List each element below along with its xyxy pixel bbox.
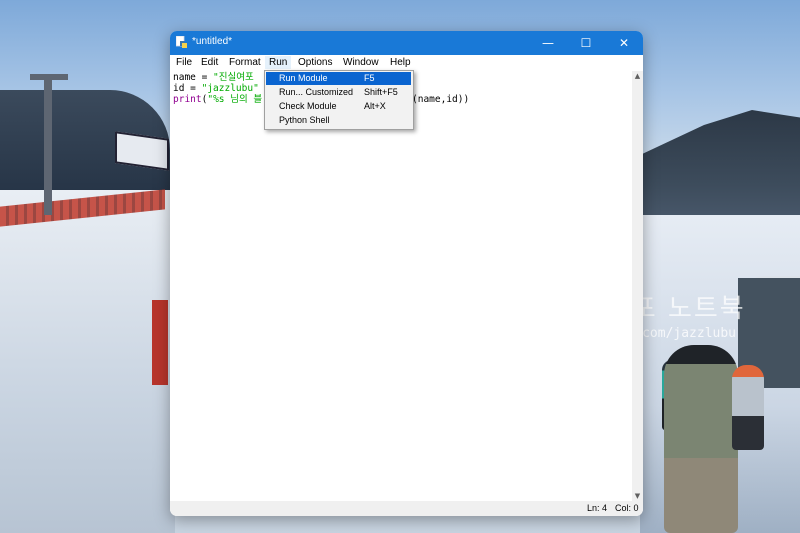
menu-item-run-customized[interactable]: Run... Customized Shift+F5: [266, 86, 411, 99]
title-bar[interactable]: *untitled* — ☐ ✕: [170, 31, 643, 55]
python-idle-icon: [176, 36, 187, 48]
menu-item-label: Check Module: [279, 101, 337, 111]
menu-edit[interactable]: Edit: [197, 56, 222, 69]
code-string: "진실여포: [213, 72, 254, 83]
skier-orange-hat: [732, 365, 764, 450]
menu-item-shortcut: F5: [364, 73, 375, 83]
status-column-number: Col: 0: [615, 503, 639, 513]
lift-pole: [44, 75, 52, 215]
maximize-icon: ☐: [580, 36, 592, 50]
code-string: "%s 님의 블: [207, 94, 263, 105]
scroll-up-icon[interactable]: ▲: [632, 71, 643, 81]
menu-item-label: Run... Customized: [279, 87, 354, 97]
code-editor[interactable]: name = "진실여포 id = "jazzlubu" print("%s 님…: [171, 71, 632, 501]
menu-format[interactable]: Format: [225, 56, 265, 69]
menu-item-label: Run Module: [279, 73, 328, 83]
menu-item-python-shell[interactable]: Python Shell: [266, 114, 411, 127]
close-icon: ✕: [618, 36, 630, 50]
maximize-button[interactable]: ☐: [567, 31, 605, 55]
menu-item-label: Python Shell: [279, 115, 330, 125]
left-ski-slope: [0, 190, 175, 533]
code-string: "jazzlubu": [201, 83, 259, 94]
menu-options[interactable]: Options: [294, 56, 336, 69]
code-line-3: print("%s 님의 블: [173, 94, 262, 105]
menu-file[interactable]: File: [172, 56, 196, 69]
code-token: id =: [173, 83, 202, 94]
menu-item-shortcut: Alt+X: [364, 101, 386, 111]
menu-run[interactable]: Run: [265, 56, 292, 69]
menu-bar: File Edit Format Run Options Window Help: [170, 55, 643, 71]
code-line-3-tail: (name,id)): [412, 94, 469, 105]
menu-item-check-module[interactable]: Check Module Alt+X: [266, 100, 411, 113]
lift-pole-crossbar: [30, 74, 68, 80]
window-title: *untitled*: [192, 36, 233, 47]
status-line-number: Ln: 4: [587, 503, 608, 513]
minimize-icon: —: [542, 36, 554, 50]
run-menu-dropdown: Run Module F5 Run... Customized Shift+F5…: [264, 70, 414, 130]
snowboarder-person: [664, 345, 738, 533]
scroll-down-icon[interactable]: ▼: [632, 491, 643, 501]
code-line-1: name = "진실여포: [173, 72, 254, 83]
menu-item-shortcut: Shift+F5: [364, 87, 398, 97]
red-safety-net: [152, 300, 168, 385]
minimize-button[interactable]: —: [529, 31, 567, 55]
code-builtin: print: [173, 94, 202, 105]
menu-help[interactable]: Help: [386, 56, 415, 69]
code-token: name =: [173, 72, 214, 83]
status-bar: Ln: 4 Col: 0: [170, 501, 643, 516]
menu-item-run-module[interactable]: Run Module F5: [266, 72, 411, 85]
code-line-2: id = "jazzlubu": [173, 83, 259, 94]
menu-window[interactable]: Window: [339, 56, 383, 69]
code-token: (name,id)): [412, 94, 470, 105]
vertical-scrollbar[interactable]: ▲ ▼: [632, 71, 643, 501]
close-button[interactable]: ✕: [605, 31, 643, 55]
